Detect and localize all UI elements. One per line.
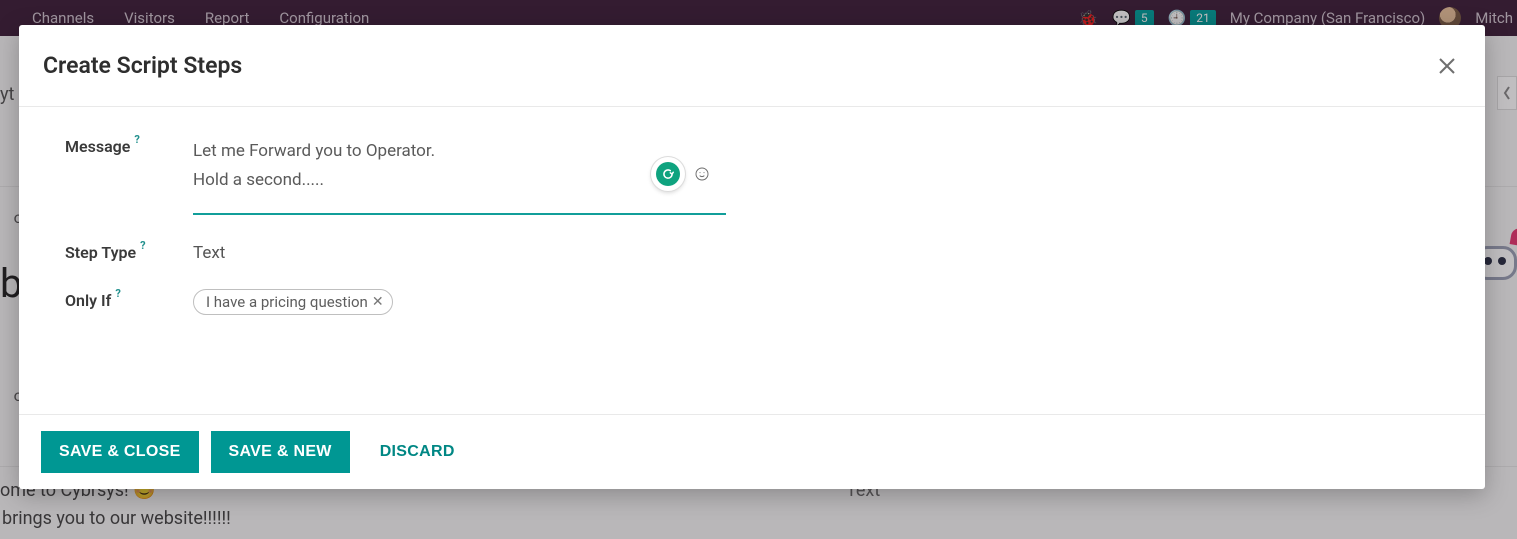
dialog-header: Create Script Steps bbox=[19, 25, 1485, 107]
tag-remove-icon[interactable]: ✕ bbox=[372, 295, 384, 309]
smiley-icon bbox=[694, 166, 710, 182]
save-and-new-button[interactable]: SAVE & NEW bbox=[211, 431, 350, 473]
close-icon bbox=[1437, 56, 1457, 76]
save-and-close-button[interactable]: SAVE & CLOSE bbox=[41, 431, 199, 473]
message-field-wrapper: Let me Forward you to Operator. Hold a s… bbox=[193, 135, 733, 215]
help-icon[interactable]: ? bbox=[134, 133, 139, 146]
field-row-message: Message ? Let me Forward you to Operator… bbox=[65, 135, 1455, 215]
emoji-picker-button[interactable] bbox=[693, 165, 711, 183]
label-step-type-text: Step Type bbox=[65, 243, 136, 262]
dialog-title: Create Script Steps bbox=[43, 52, 242, 79]
field-row-step-type: Step Type ? Text bbox=[65, 241, 1455, 263]
only-if-field-wrapper[interactable]: I have a pricing question ✕ bbox=[193, 289, 733, 315]
discard-button[interactable]: DISCARD bbox=[362, 431, 473, 473]
create-script-steps-dialog: Create Script Steps Message ? Let me For… bbox=[19, 25, 1485, 489]
grammarly-button[interactable] bbox=[651, 157, 685, 191]
dialog-footer: SAVE & CLOSE SAVE & NEW DISCARD bbox=[19, 414, 1485, 489]
only-if-tag-label: I have a pricing question bbox=[206, 293, 368, 311]
label-only-if: Only If ? bbox=[65, 289, 193, 310]
help-icon[interactable]: ? bbox=[140, 239, 145, 252]
dialog-body: Message ? Let me Forward you to Operator… bbox=[19, 107, 1485, 414]
grammarly-icon bbox=[656, 162, 680, 186]
label-message: Message ? bbox=[65, 135, 193, 156]
step-type-field-wrapper: Text bbox=[193, 241, 733, 263]
field-row-only-if: Only If ? I have a pricing question ✕ bbox=[65, 289, 1455, 315]
label-step-type: Step Type ? bbox=[65, 241, 193, 262]
help-icon[interactable]: ? bbox=[115, 287, 120, 300]
step-type-select[interactable]: Text bbox=[193, 241, 733, 263]
message-input[interactable]: Let me Forward you to Operator. Hold a s… bbox=[193, 135, 726, 215]
only-if-tag[interactable]: I have a pricing question ✕ bbox=[193, 289, 393, 315]
label-only-if-text: Only If bbox=[65, 291, 111, 310]
close-button[interactable] bbox=[1433, 52, 1461, 80]
label-message-text: Message bbox=[65, 137, 130, 156]
